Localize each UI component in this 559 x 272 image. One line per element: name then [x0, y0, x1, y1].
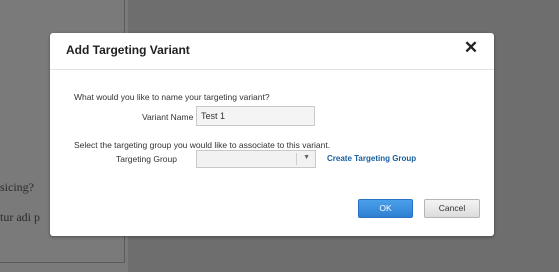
background-text-line-1: sicing? [0, 180, 34, 194]
create-targeting-group-link[interactable]: Create Targeting Group [327, 154, 416, 163]
background-text-line-2: tur adi p [0, 210, 40, 224]
close-icon[interactable]: ✕ [462, 39, 480, 57]
title-divider [50, 69, 494, 70]
variant-name-prompt: What would you like to name your targeti… [74, 92, 270, 102]
ok-button[interactable]: OK [358, 199, 413, 218]
targeting-group-label: Targeting Group [116, 154, 177, 164]
variant-name-label: Variant Name [142, 112, 194, 122]
targeting-group-select[interactable]: ▼ [196, 150, 316, 168]
select-separator [296, 153, 297, 165]
variant-name-input[interactable] [196, 106, 315, 126]
cancel-button[interactable]: Cancel [424, 199, 480, 218]
add-targeting-variant-dialog: Add Targeting Variant ✕ What would you l… [50, 33, 494, 236]
caret-down-icon[interactable]: ▼ [303, 154, 310, 161]
targeting-group-prompt: Select the targeting group you would lik… [74, 140, 331, 150]
dialog-title: Add Targeting Variant [66, 43, 190, 57]
